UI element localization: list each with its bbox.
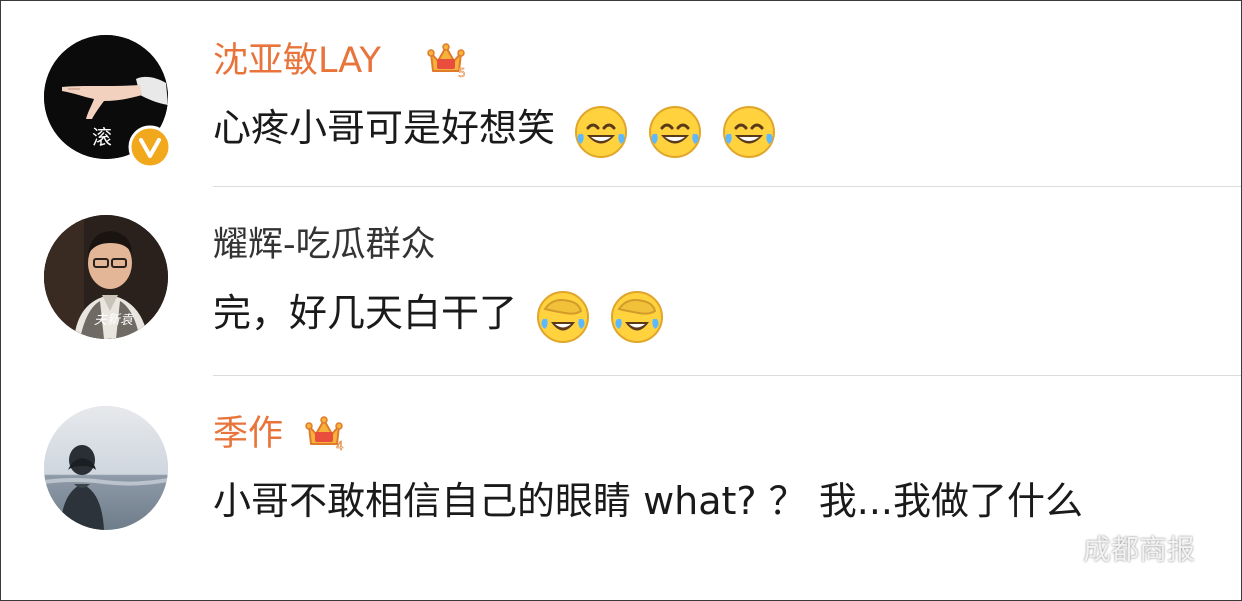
vip-crown-icon: 4	[305, 416, 344, 452]
svg-text:4: 4	[336, 439, 344, 452]
verified-badge-icon	[128, 125, 172, 169]
svg-text:5: 5	[458, 66, 466, 79]
avatar-image	[44, 406, 168, 530]
comment-text: 完，好几天白干了	[213, 284, 665, 345]
comment-text: 心疼小哥可是好想笑	[213, 99, 777, 160]
comment-list: 滚 沈亚敏LAY 5 心疼小哥可是好想笑 夫新袁 耀辉-吃瓜群众 完，好几天白干…	[0, 0, 1242, 601]
comment-body: 完，好几天白干了	[213, 291, 518, 335]
username[interactable]: 耀辉-吃瓜群众	[213, 223, 436, 267]
comment-body: 心疼小哥可是好想笑	[213, 106, 556, 150]
comment-item: 滚 沈亚敏LAY 5 心疼小哥可是好想笑	[1, 1, 1241, 187]
emoji-group	[529, 286, 665, 346]
comment-item: 夫新袁 耀辉-吃瓜群众 完，好几天白干了	[1, 187, 1241, 376]
username[interactable]: 沈亚敏LAY	[213, 39, 381, 83]
username[interactable]: 季作	[213, 412, 283, 456]
emoji-group	[567, 101, 777, 161]
laugh-tears-emoji	[723, 106, 776, 159]
laugh-tears-emoji	[575, 106, 628, 159]
watermark-text: 成都商报	[1083, 533, 1196, 566]
comment-text: 小哥不敢相信自己的眼睛 what? ？ 我...我做了什么	[213, 472, 1203, 530]
avatar[interactable]: 夫新袁	[44, 215, 168, 339]
facepalm-laugh-emoji	[611, 291, 664, 344]
laugh-tears-emoji	[649, 106, 702, 159]
avatar[interactable]	[44, 406, 168, 530]
wechat-icon	[1021, 532, 1072, 566]
avatar-label: 夫新袁	[94, 313, 134, 328]
vip-crown-icon: 5	[427, 43, 466, 79]
facepalm-laugh-emoji	[537, 291, 590, 344]
avatar-label: 滚	[92, 125, 112, 149]
comment-body: 小哥不敢相信自己的眼睛 what? ？ 我...我做了什么	[213, 479, 1083, 523]
watermark: 成都商报	[1019, 528, 1195, 568]
